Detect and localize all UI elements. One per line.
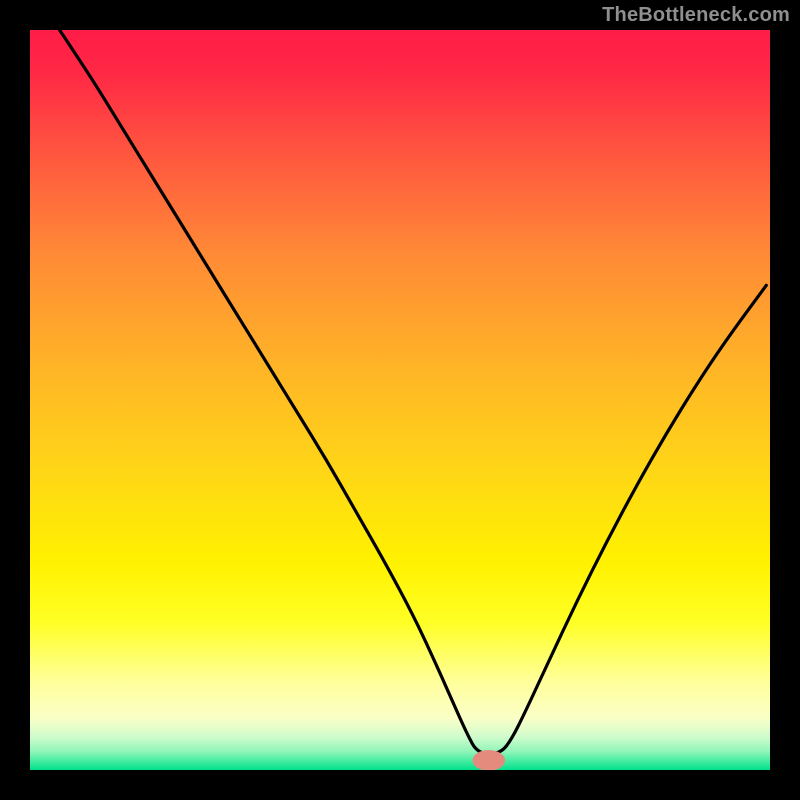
watermark-label: TheBottleneck.com bbox=[602, 4, 790, 27]
chart-container: TheBottleneck.com bbox=[0, 0, 800, 800]
gradient-background bbox=[30, 30, 770, 770]
optimal-point-marker bbox=[473, 750, 506, 770]
bottleneck-chart bbox=[30, 30, 770, 770]
